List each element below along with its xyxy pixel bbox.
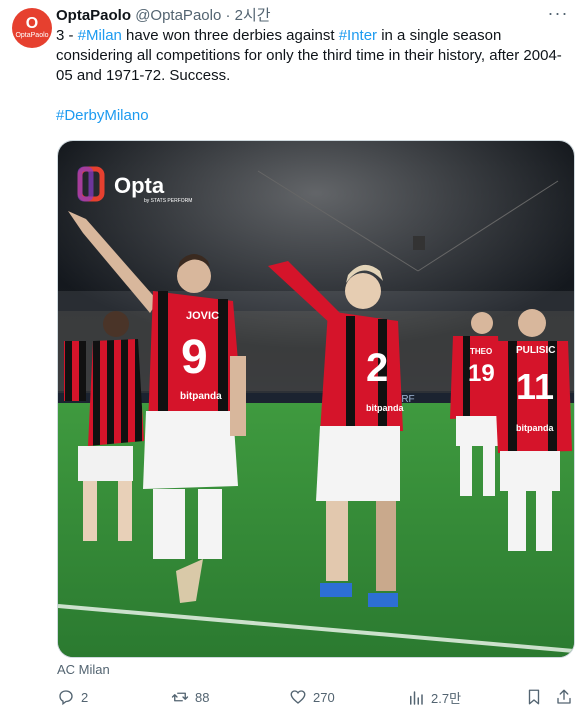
- hashtag-inter[interactable]: #Inter: [339, 27, 377, 44]
- svg-text:JOVIC: JOVIC: [186, 310, 219, 322]
- hashtag-milan[interactable]: #Milan: [78, 27, 122, 44]
- tweet-hashtag-line: #DerbyMilano: [56, 106, 566, 126]
- tweet-timestamp[interactable]: 2시간: [235, 7, 271, 24]
- tweet-body: 3 - #Milan have won three derbies agains…: [56, 26, 566, 86]
- svg-text:THEO: THEO: [470, 347, 492, 356]
- heart-icon: [290, 690, 306, 704]
- author-avatar[interactable]: O OptaPaolo: [12, 8, 52, 48]
- hashtag-derbymilano[interactable]: #DerbyMilano: [56, 107, 149, 124]
- share-button[interactable]: [555, 688, 573, 706]
- author-handle[interactable]: @OptaPaolo: [135, 7, 221, 24]
- svg-text:PULISIC: PULISIC: [516, 345, 555, 356]
- views-button[interactable]: 2.7만: [407, 688, 461, 707]
- tweet-header: OptaPaolo @OptaPaolo · 2시간: [56, 6, 271, 26]
- views-count: 2.7만: [431, 691, 462, 706]
- svg-text:Opta: Opta: [114, 173, 165, 198]
- like-count: 270: [313, 689, 335, 705]
- views-icon: [410, 690, 423, 705]
- share-icon: [557, 689, 571, 704]
- bookmark-icon: [528, 689, 540, 705]
- svg-text:by STATS PERFORM: by STATS PERFORM: [144, 198, 192, 204]
- svg-text:bitpanda: bitpanda: [180, 391, 222, 402]
- svg-text:9: 9: [181, 331, 208, 384]
- author-display-name[interactable]: OptaPaolo: [56, 7, 131, 24]
- photo-credit: AC Milan: [57, 662, 110, 677]
- like-button[interactable]: 270: [289, 688, 335, 706]
- reply-icon: [59, 690, 73, 706]
- more-options-icon[interactable]: ···: [547, 4, 569, 26]
- tweet-text: 3 - #Milan have won three derbies agains…: [56, 26, 566, 126]
- reply-count: 2: [81, 689, 89, 705]
- retweet-button[interactable]: 88: [171, 688, 209, 706]
- retweet-icon: [171, 692, 189, 702]
- retweet-count: 88: [195, 689, 210, 705]
- bookmark-button[interactable]: [525, 688, 543, 706]
- tweet-photo[interactable]: PERF Opta by STATS PERFORM JOVIC 9 bitpa…: [57, 140, 575, 658]
- svg-text:11: 11: [516, 366, 554, 407]
- svg-text:19: 19: [468, 360, 495, 387]
- tweet-text-part2: have won three derbies against: [121, 27, 339, 44]
- tweet-text-part1: 3 -: [56, 27, 78, 44]
- header-separator: ·: [225, 7, 231, 24]
- avatar-logo-letter: O: [25, 14, 39, 32]
- svg-text:bitpanda: bitpanda: [516, 423, 554, 433]
- svg-text:bitpanda: bitpanda: [366, 403, 404, 413]
- tweet-actions: 2 88 270 2.7만: [57, 688, 573, 710]
- reply-button[interactable]: 2: [57, 688, 88, 706]
- avatar-logo-text: OptaPaolo: [15, 31, 49, 39]
- svg-text:2: 2: [366, 346, 388, 390]
